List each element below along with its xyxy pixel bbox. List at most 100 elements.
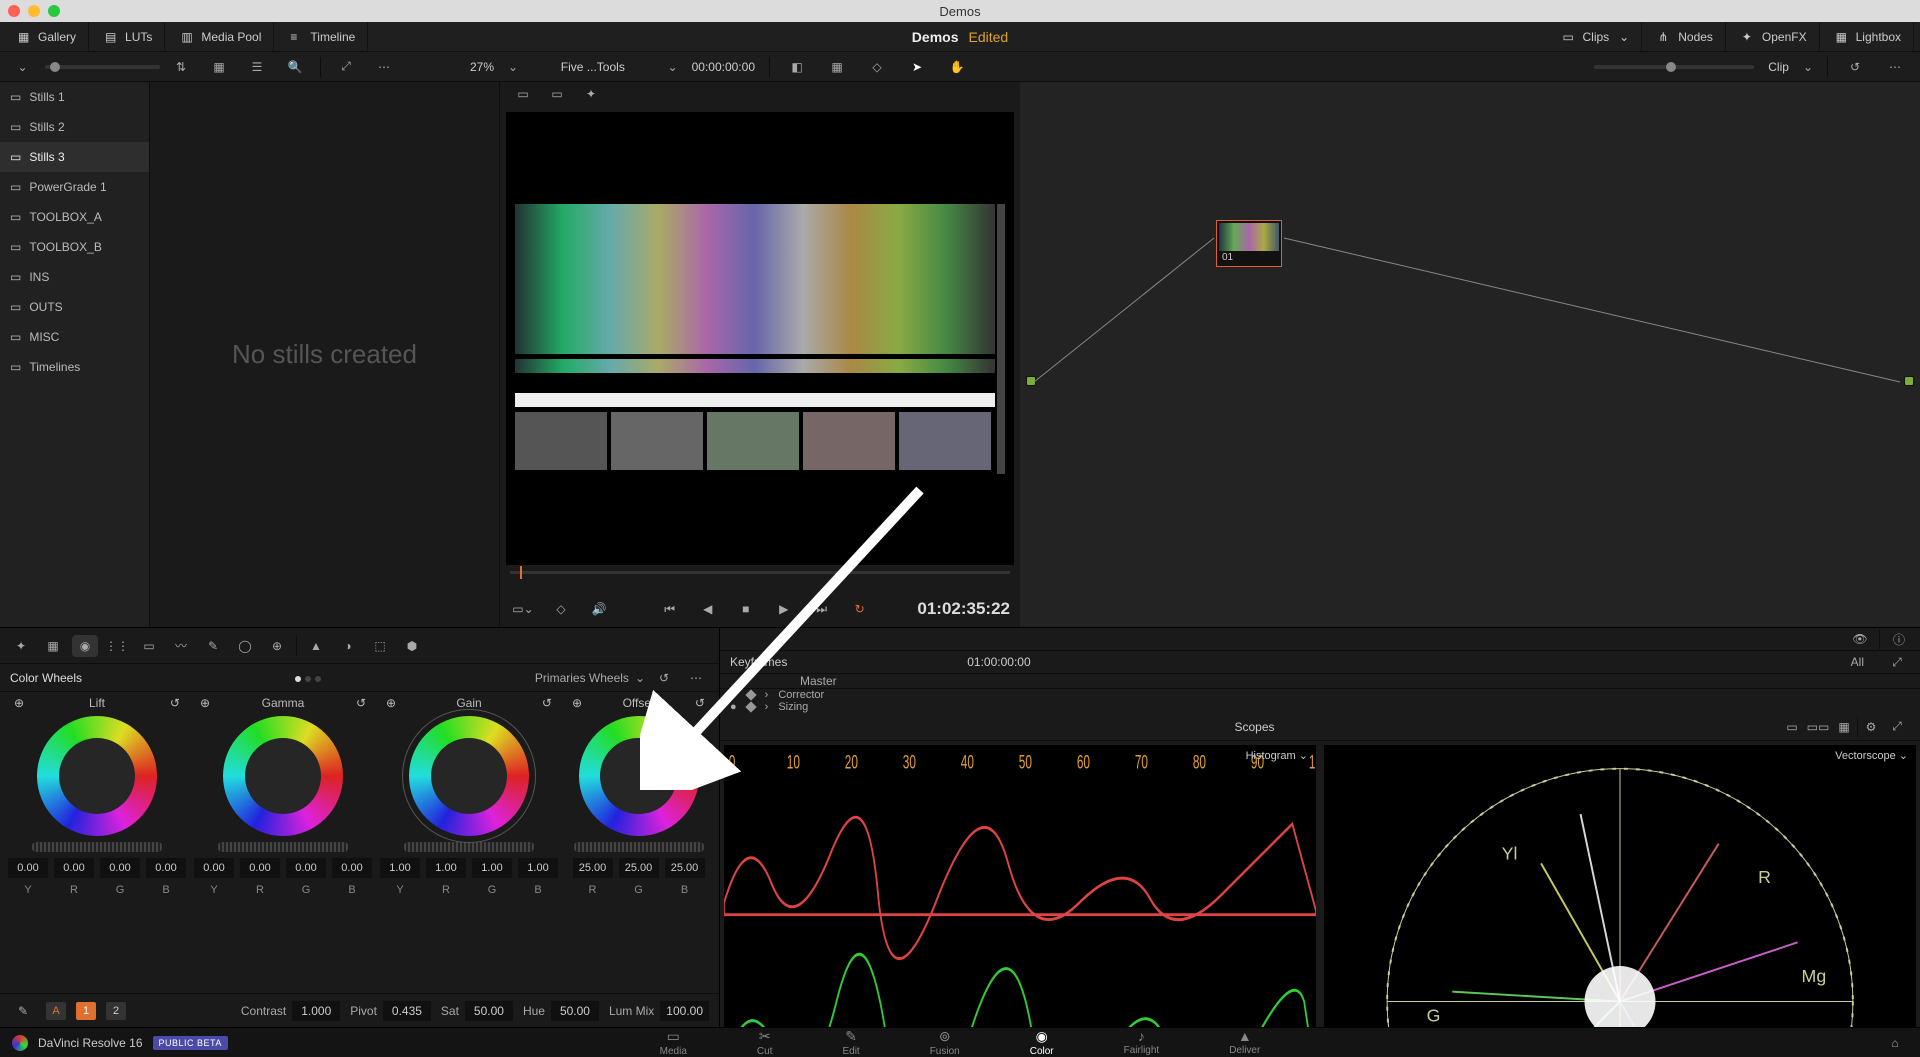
gallery-zoom-slider[interactable] [45,65,160,69]
qualifier-icon[interactable]: ✎ [200,635,226,657]
tab-openfx[interactable]: ✦OpenFX [1730,22,1820,52]
color-wheel[interactable] [223,716,343,836]
value-cell[interactable]: 1.00 [380,858,420,878]
prev-clip-icon[interactable]: ⏮ [657,598,683,620]
hue-value[interactable]: 50.00 [551,1001,599,1021]
hand-icon[interactable]: ✋ [944,56,970,78]
reset-icon[interactable]: ↺ [651,667,677,689]
gallery-item-stills-3[interactable]: ▭Stills 3 [0,142,149,172]
page-dots[interactable] [293,671,323,685]
reset-icon[interactable]: ↺ [695,696,705,710]
gallery-item-outs[interactable]: ▭OUTS [0,292,149,322]
value-cell[interactable]: 0.00 [100,858,140,878]
vectorscope-label[interactable]: Vectorscope [1835,750,1896,762]
visibility-icon[interactable]: 👁 [1847,628,1873,650]
viewer-scrub-bar[interactable] [500,571,1020,591]
node-editor[interactable]: 01 [1020,82,1920,627]
color-wheel[interactable] [579,716,699,836]
list-view-icon[interactable]: ☰ [244,56,270,78]
viewer-canvas[interactable] [506,112,1014,565]
value-cell[interactable]: 0.00 [286,858,326,878]
value-cell[interactable]: 1.00 [426,858,466,878]
chevron-down-icon[interactable]: ⌄ [668,60,678,74]
page-deliver[interactable]: ▲Deliver [1229,1028,1260,1057]
expand-icon[interactable]: ⤢ [1884,651,1910,673]
value-cell[interactable]: 0.00 [240,858,280,878]
reset-icon[interactable]: ↺ [170,696,180,710]
kf-track-sizing[interactable]: Sizing [778,701,808,713]
scope-settings-icon[interactable]: ⚙ [1858,716,1884,738]
pointer-icon[interactable]: ➤ [904,56,930,78]
nodes-scope-label[interactable]: Clip [1768,60,1789,74]
motion-effects-icon[interactable]: ▭ [136,635,162,657]
page-media[interactable]: ▭Media [660,1028,687,1057]
image-wipe-icon[interactable]: ◧ [784,56,810,78]
maximize-icon[interactable] [48,5,60,17]
minimize-icon[interactable] [28,5,40,17]
tab-gallery[interactable]: ▦Gallery [6,22,89,52]
mute-icon[interactable]: 🔊 [586,598,612,620]
page-1-button[interactable]: 1 [76,1002,96,1020]
lummix-value[interactable]: 100.00 [660,1001,709,1021]
viewer-mode-icon[interactable]: ▭⌄ [510,598,536,620]
histogram-label[interactable]: Histogram [1246,750,1296,762]
gallery-item-toolbox_a[interactable]: ▭TOOLBOX_A [0,202,149,232]
keyframes-master[interactable]: Master [800,674,837,688]
clip-name[interactable]: Five ...Tools [532,60,653,74]
value-cell[interactable]: 0.00 [54,858,94,878]
reset-icon[interactable]: ↺ [1842,56,1868,78]
jog-wheel[interactable] [218,842,348,852]
value-cell[interactable]: 25.00 [573,858,613,878]
value-cell[interactable]: 0.00 [194,858,234,878]
bypass-icon[interactable]: ◇ [548,598,574,620]
reset-icon[interactable]: ↺ [356,696,366,710]
keyframes-all-label[interactable]: All [1851,655,1864,669]
camera-raw-icon[interactable]: ✦ [8,635,34,657]
view-mode-b-icon[interactable]: ▭ [544,83,570,105]
close-icon[interactable] [8,5,20,17]
tracking-icon[interactable]: ⊕ [264,635,290,657]
scope-layout-1-icon[interactable]: ▭ [1779,716,1805,738]
tab-nodes[interactable]: ⋔Nodes [1646,22,1726,52]
picker-icon[interactable]: ⊕ [572,696,582,710]
stop-icon[interactable]: ■ [733,598,759,620]
value-cell[interactable]: 0.00 [8,858,48,878]
value-cell[interactable]: 0.00 [332,858,372,878]
step-back-icon[interactable]: ◀ [695,598,721,620]
value-cell[interactable]: 1.00 [472,858,512,878]
key-icon[interactable]: ◑ [335,635,361,657]
window-icon[interactable]: ◯ [232,635,258,657]
kf-track-corrector[interactable]: Corrector [778,689,824,701]
blur-icon[interactable]: ▲ [303,635,329,657]
more-icon[interactable]: ⋯ [1882,56,1908,78]
home-icon[interactable]: ⌂ [1882,1032,1908,1054]
awb-toggle[interactable]: A [46,1002,66,1020]
value-cell[interactable]: 25.00 [619,858,659,878]
value-cell[interactable]: 0.00 [146,858,186,878]
gallery-item-stills-1[interactable]: ▭Stills 1 [0,82,149,112]
color-wheel[interactable] [409,716,529,836]
gallery-item-misc[interactable]: ▭MISC [0,322,149,352]
page-fusion[interactable]: ⊚Fusion [930,1028,960,1057]
curves-icon[interactable]: 〰 [168,635,194,657]
chevron-down-icon[interactable]: ⌄ [1803,60,1813,74]
gallery-item-powergrade-1[interactable]: ▭PowerGrade 1 [0,172,149,202]
highlight-icon[interactable]: ◇ [864,56,890,78]
expand-icon[interactable]: ⤢ [1884,716,1910,738]
scope-layout-4-icon[interactable]: ▦ [1831,716,1857,738]
page-cut[interactable]: ✂Cut [757,1028,773,1057]
tab-luts[interactable]: ▤LUTs [93,22,165,52]
jog-wheel[interactable] [404,842,534,852]
color-match-icon[interactable]: ▦ [40,635,66,657]
picker-icon[interactable]: ⊕ [200,696,210,710]
picker-icon[interactable]: ⊕ [14,696,24,710]
gallery-item-ins[interactable]: ▭INS [0,262,149,292]
page-edit[interactable]: ✎Edit [842,1028,859,1057]
next-clip-icon[interactable]: ⏭ [809,598,835,620]
more-icon[interactable]: ⋯ [371,56,397,78]
sizing-icon[interactable]: ⬚ [367,635,393,657]
scope-layout-2-icon[interactable]: ▭▭ [1805,716,1831,738]
tab-media-pool[interactable]: ▥Media Pool [169,22,274,52]
play-icon[interactable]: ▶ [771,598,797,620]
pivot-value[interactable]: 0.435 [383,1001,431,1021]
